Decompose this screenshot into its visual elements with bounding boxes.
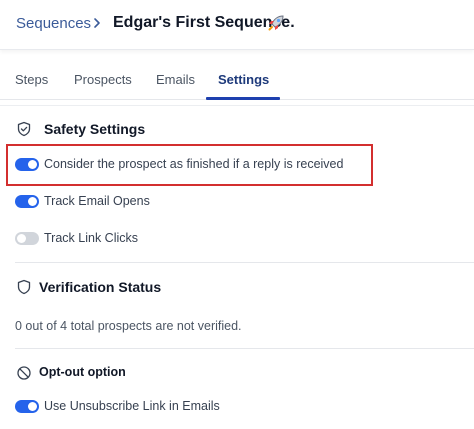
verification-status-title: Verification Status [39,279,162,295]
chevron-right-icon [94,18,100,28]
tab-steps[interactable]: Steps [15,72,48,87]
unsubscribe-link-toggle[interactable] [15,400,39,413]
tab-emails[interactable]: Emails [156,72,195,87]
reply-finish-label: Consider the prospect as finished if a r… [44,157,344,171]
unsubscribe-link-label: Use Unsubscribe Link in Emails [44,399,220,413]
reply-finish-toggle[interactable] [15,158,39,171]
optout-title: Opt-out option [39,365,126,379]
verification-status-text: 0 out of 4 total prospects are not verif… [15,319,242,333]
breadcrumb-sequences-link[interactable]: Sequences [16,15,91,32]
track-clicks-toggle[interactable] [15,232,39,245]
section-divider [15,348,474,349]
page-header: Sequences Edgar's First Sequence. [0,0,474,50]
tab-settings[interactable]: Settings [218,72,269,87]
active-tab-indicator [206,97,280,100]
rocket-icon [268,15,284,31]
shield-icon [17,279,31,295]
track-opens-toggle[interactable] [15,195,39,208]
content-top-divider [0,105,474,106]
tab-bar: Steps Prospects Emails Settings [0,62,474,100]
section-divider [15,262,474,263]
track-clicks-label: Track Link Clicks [44,231,138,245]
tab-prospects[interactable]: Prospects [74,72,132,87]
track-opens-label: Track Email Opens [44,194,150,208]
shield-check-icon [17,121,31,137]
safety-settings-title: Safety Settings [44,121,146,137]
block-icon [17,366,31,380]
